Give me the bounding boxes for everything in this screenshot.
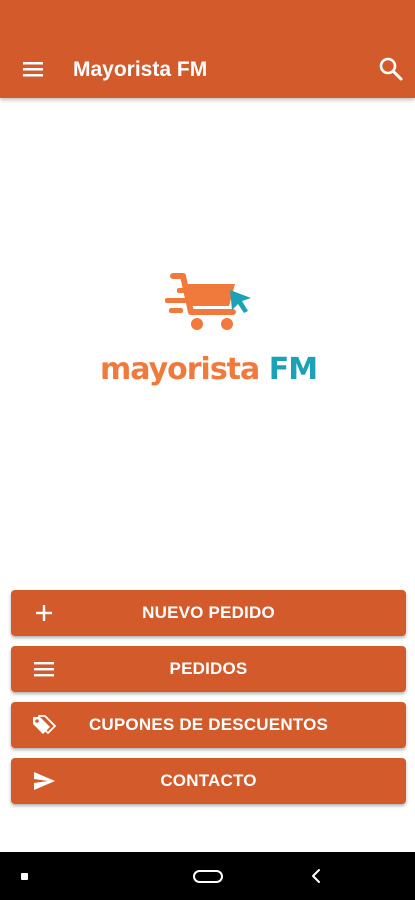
home-pill-icon[interactable] — [193, 870, 223, 883]
back-chevron-icon[interactable] — [309, 868, 325, 884]
contacto-label: CONTACTO — [160, 771, 257, 790]
system-navigation-bar — [0, 852, 415, 900]
brand-word-mayorista: mayorista — [100, 352, 260, 387]
pedidos-button[interactable]: PEDIDOS — [11, 646, 406, 692]
app-title: Mayorista FM — [73, 58, 208, 81]
cupones-label: CUPONES DE DESCUENTOS — [88, 715, 329, 734]
app-bar: Mayorista FM — [0, 0, 415, 98]
shopping-cart-cursor-icon — [165, 273, 251, 330]
cupones-button[interactable]: CUPONES DE DESCUENTOS — [11, 702, 406, 748]
search-icon[interactable] — [377, 55, 405, 83]
contacto-button[interactable]: CONTACTO — [11, 758, 406, 804]
pedidos-label: PEDIDOS — [169, 659, 248, 678]
recents-icon[interactable] — [21, 873, 28, 880]
brand-word-fm: FM — [268, 352, 318, 387]
menu-icon[interactable] — [20, 56, 46, 82]
nuevo-pedido-label: NUEVO PEDIDO — [142, 603, 275, 622]
brand-wordmark: mayorista FM — [100, 352, 318, 387]
nuevo-pedido-button[interactable]: NUEVO PEDIDO — [11, 590, 406, 636]
brand-logo: mayorista FM — [100, 268, 318, 398]
